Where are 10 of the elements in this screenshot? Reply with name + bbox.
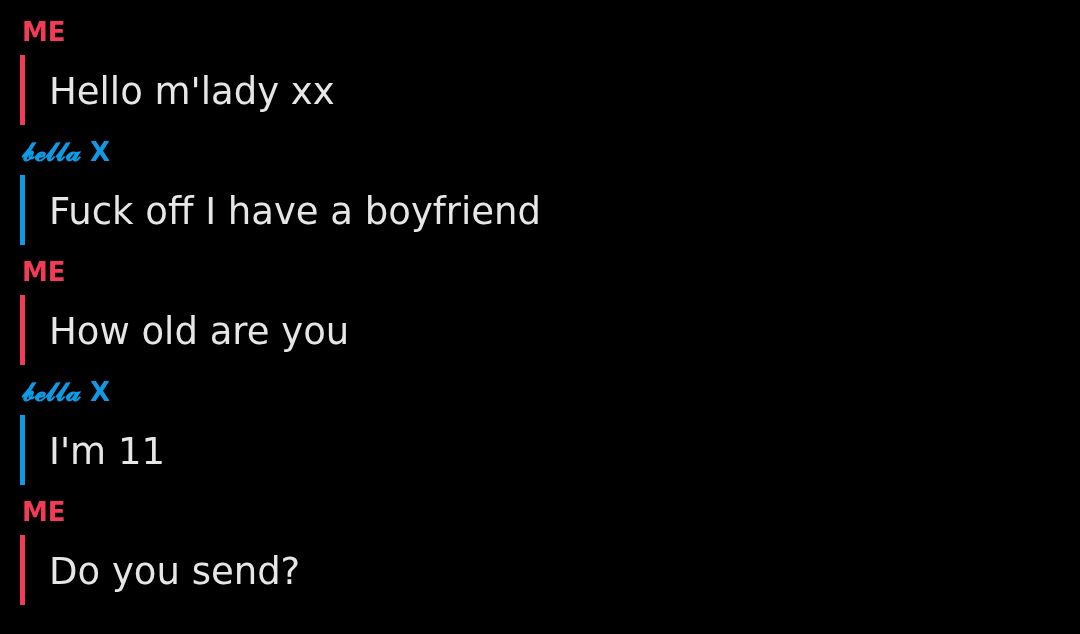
sender-name: ME bbox=[22, 257, 66, 287]
sender-name: ME bbox=[22, 17, 66, 47]
message-text: How old are you bbox=[49, 309, 350, 354]
sender-name: ME bbox=[22, 497, 66, 527]
message-text: I'm 11 bbox=[49, 429, 165, 474]
message-text: Do you send? bbox=[49, 549, 301, 594]
message-text: Hello m'lady xx bbox=[49, 69, 335, 114]
message-text: Fuck off I have a boyfriend bbox=[49, 189, 542, 234]
sender-name: 𝓫𝓮𝓵𝓵𝓪 X bbox=[22, 137, 111, 167]
sender-name: 𝓫𝓮𝓵𝓵𝓪 X bbox=[22, 377, 111, 407]
